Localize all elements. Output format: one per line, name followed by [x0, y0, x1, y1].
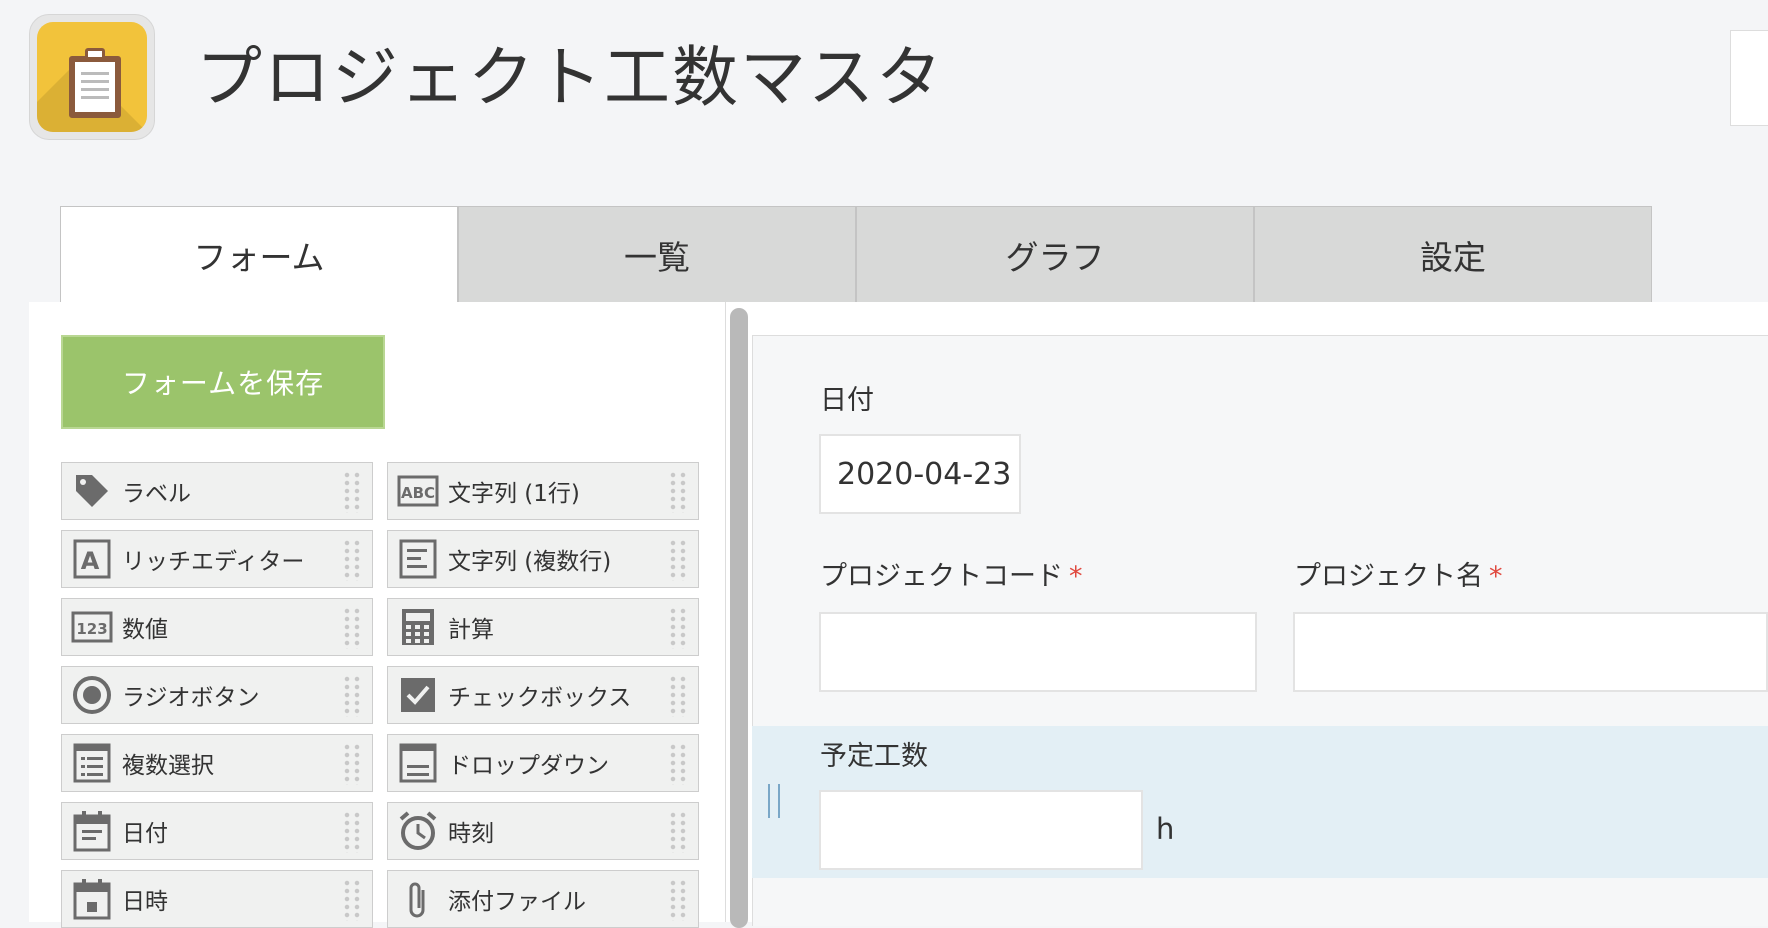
- drag-grip-icon: [668, 471, 688, 513]
- drag-grip-icon: [668, 743, 688, 785]
- project-name-label: プロジェクト名 *: [1294, 554, 1503, 593]
- planned-hours-field[interactable]: [819, 790, 1143, 870]
- project-code-field[interactable]: [819, 612, 1257, 692]
- tab-graph[interactable]: グラフ: [856, 206, 1254, 302]
- palette-item-text: ラジオボタン: [122, 685, 260, 711]
- palette-item-text: 時刻: [448, 821, 494, 847]
- radio-button-icon: [70, 673, 114, 717]
- drag-grip-icon: [342, 879, 362, 921]
- drag-grip-icon: [668, 675, 688, 717]
- palette-item-text: 数値: [122, 617, 168, 643]
- palette-item-text: 計算: [448, 617, 494, 643]
- clipboard-icon: [37, 22, 147, 132]
- drag-grip-icon: [342, 811, 362, 853]
- checkbox-icon: [396, 673, 440, 717]
- palette-item-single-line-text[interactable]: ABC 文字列 (1行): [387, 462, 699, 520]
- palette-item-text: 日付: [122, 821, 168, 847]
- project-name-label-text: プロジェクト名: [1294, 561, 1483, 592]
- palette-item-attachment[interactable]: 添付ファイル: [387, 870, 699, 928]
- multi-select-icon: [70, 741, 114, 785]
- palette-item-date[interactable]: 日付: [61, 802, 373, 860]
- svg-text:A: A: [81, 547, 100, 575]
- palette-item-datetime[interactable]: 日時: [61, 870, 373, 928]
- calendar-icon: [70, 809, 114, 853]
- drag-grip-icon: [668, 811, 688, 853]
- abc-text-icon: ABC: [396, 469, 440, 513]
- drag-grip-icon: [668, 879, 688, 921]
- multiline-text-icon: [396, 537, 440, 581]
- palette-item-text: 日時: [122, 889, 168, 915]
- svg-text:123: 123: [76, 620, 107, 638]
- drag-grip-icon: [342, 675, 362, 717]
- svg-text:ABC: ABC: [401, 484, 435, 502]
- palette-item-text: 複数選択: [122, 753, 214, 779]
- save-form-button[interactable]: フォームを保存: [61, 335, 385, 429]
- drag-grip-icon: [342, 539, 362, 581]
- required-mark: *: [1069, 561, 1083, 592]
- tag-icon: [70, 469, 114, 513]
- planned-hours-unit: h: [1156, 812, 1175, 846]
- required-mark: *: [1489, 561, 1503, 592]
- palette-item-checkbox[interactable]: チェックボックス: [387, 666, 699, 724]
- palette-item-dropdown[interactable]: ドロップダウン: [387, 734, 699, 792]
- palette-item-time[interactable]: 時刻: [387, 802, 699, 860]
- calculator-icon: [396, 605, 440, 649]
- app-icon: [29, 14, 155, 140]
- tab-form[interactable]: フォーム: [60, 206, 458, 302]
- palette-item-text: ラベル: [122, 481, 191, 507]
- palette-item-number[interactable]: 123 数値: [61, 598, 373, 656]
- dropdown-icon: [396, 741, 440, 785]
- palette-item-text: チェックボックス: [448, 685, 632, 711]
- rich-editor-icon: A: [70, 537, 114, 581]
- palette-item-calculation[interactable]: 計算: [387, 598, 699, 656]
- drag-grip-icon: [668, 539, 688, 581]
- drag-grip-icon: [342, 607, 362, 649]
- palette-item-text: リッチエディター: [122, 549, 305, 575]
- palette-item-text: ドロップダウン: [448, 753, 609, 779]
- palette-item-text: 文字列 (1行): [448, 481, 580, 507]
- datetime-icon: [70, 877, 114, 921]
- tab-settings[interactable]: 設定: [1254, 206, 1652, 302]
- palette-item-text: 文字列 (複数行): [448, 549, 612, 575]
- drag-handle-icon[interactable]: [768, 784, 780, 818]
- palette-item-label[interactable]: ラベル: [61, 462, 373, 520]
- field-palette-panel: フォームを保存 ラベル ABC 文字列 (1行) A リッチエディター 文字列 …: [29, 302, 725, 928]
- header-action-box[interactable]: [1730, 30, 1768, 126]
- date-field[interactable]: 2020-04-23: [819, 434, 1021, 514]
- drag-grip-icon: [668, 607, 688, 649]
- palette-item-multi-select[interactable]: 複数選択: [61, 734, 373, 792]
- tab-bar: フォーム 一覧 グラフ 設定: [60, 206, 1652, 302]
- tab-list[interactable]: 一覧: [458, 206, 856, 302]
- paperclip-icon: [396, 877, 440, 921]
- app-title: プロジェクト工数マスタ: [196, 39, 944, 116]
- project-code-label-text: プロジェクトコード: [820, 561, 1063, 592]
- project-code-label: プロジェクトコード *: [820, 554, 1083, 593]
- palette-item-rich-editor[interactable]: A リッチエディター: [61, 530, 373, 588]
- drag-grip-icon: [342, 743, 362, 785]
- palette-item-text: 添付ファイル: [448, 889, 586, 915]
- palette-scrollbar-thumb[interactable]: [730, 308, 748, 928]
- planned-hours-label: 予定工数: [820, 741, 928, 772]
- palette-item-multi-line-text[interactable]: 文字列 (複数行): [387, 530, 699, 588]
- drag-grip-icon: [342, 471, 362, 513]
- number-123-icon: 123: [70, 605, 114, 649]
- alarm-clock-icon: [396, 809, 440, 853]
- date-field-label: 日付: [820, 385, 874, 416]
- palette-item-radio-button[interactable]: ラジオボタン: [61, 666, 373, 724]
- project-name-field[interactable]: [1293, 612, 1768, 692]
